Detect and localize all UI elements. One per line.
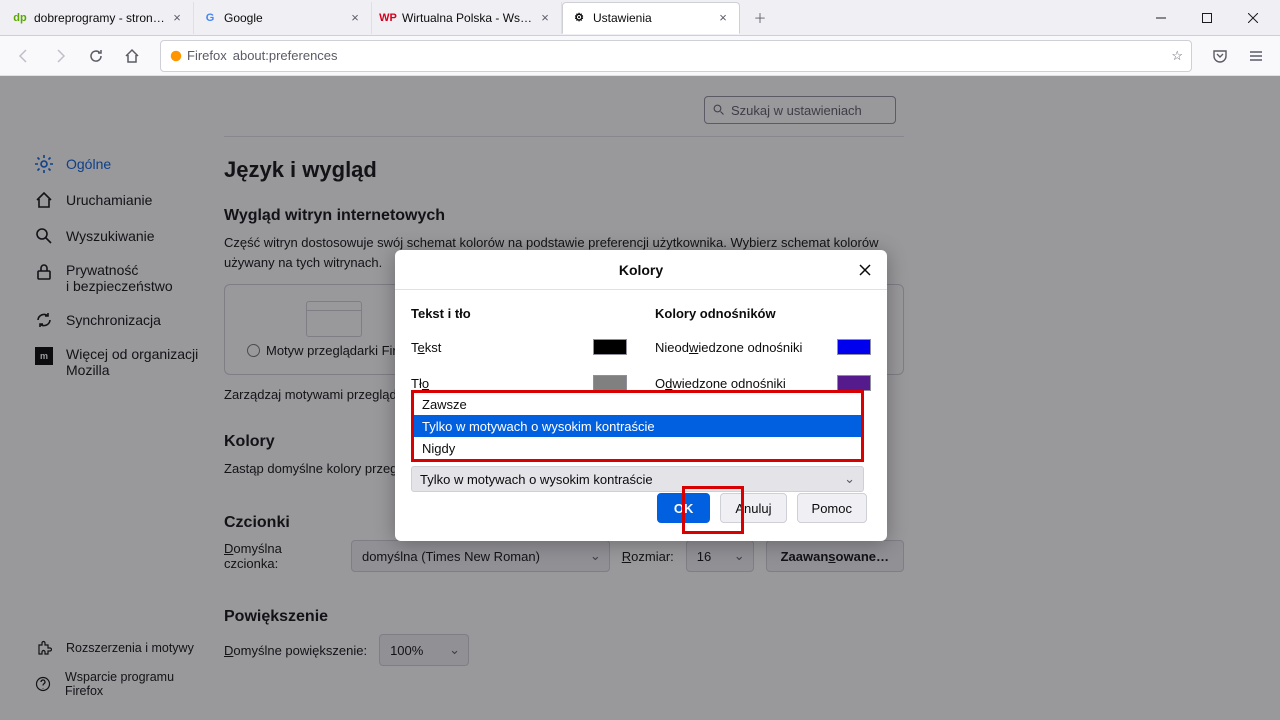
dropdown-option-high-contrast[interactable]: Tylko w motywach o wysokim kontraście	[414, 415, 861, 437]
dialog-header: Kolory	[395, 250, 887, 290]
help-button[interactable]: Pomoc	[797, 493, 867, 523]
tab-2[interactable]: WP Wirtualna Polska - Wszystko co ×	[372, 2, 562, 34]
firefox-icon	[169, 49, 183, 63]
link-colors-title: Kolory odnośników	[655, 306, 871, 321]
cancel-button[interactable]: Anuluj	[720, 493, 786, 523]
dialog-close-button[interactable]	[855, 260, 875, 280]
ok-button[interactable]: OK	[657, 493, 711, 523]
window-close[interactable]	[1230, 2, 1276, 34]
forward-button[interactable]	[44, 40, 76, 72]
text-color-label: Tekst	[411, 340, 441, 355]
dialog-title: Kolory	[619, 262, 663, 278]
tab-title-2: Wirtualna Polska - Wszystko co	[402, 11, 533, 25]
tab-favicon-1: G	[202, 10, 218, 26]
url-identity-label: Firefox	[187, 48, 227, 63]
visited-label: Odwiedzone odnośniki	[655, 376, 786, 391]
tab-close-2[interactable]: ×	[537, 10, 553, 26]
tab-close-0[interactable]: ×	[169, 10, 185, 26]
tab-close-3[interactable]: ×	[715, 10, 731, 26]
back-button[interactable]	[8, 40, 40, 72]
window-minimize[interactable]	[1138, 2, 1184, 34]
override-dropdown-list: Zawsze Tylko w motywach o wysokim kontra…	[411, 390, 864, 462]
tab-title-1: Google	[224, 11, 343, 25]
url-bar[interactable]: Firefox about:preferences ☆	[160, 40, 1192, 72]
tab-close-1[interactable]: ×	[347, 10, 363, 26]
unvisited-color-swatch[interactable]	[837, 339, 871, 355]
tab-0[interactable]: dp dobreprogramy - strona główna ×	[4, 2, 194, 34]
bg-color-swatch[interactable]	[593, 375, 627, 391]
tab-3[interactable]: ⚙ Ustawienia ×	[562, 2, 740, 34]
tab-favicon-0: dp	[12, 10, 28, 26]
tab-title-3: Ustawienia	[593, 11, 711, 25]
toolbar: Firefox about:preferences ☆	[0, 36, 1280, 76]
dropdown-option-nigdy[interactable]: Nigdy	[414, 437, 861, 459]
url-text: about:preferences	[233, 48, 1166, 63]
override-dropdown-selected: Tylko w motywach o wysokim kontraście	[420, 472, 653, 487]
tab-title-0: dobreprogramy - strona główna	[34, 11, 165, 25]
tab-1[interactable]: G Google ×	[194, 2, 372, 34]
text-bg-title: Tekst i tło	[411, 306, 627, 321]
pocket-icon[interactable]	[1204, 40, 1236, 72]
chevron-down-icon: ⌄	[844, 471, 855, 487]
new-tab-button[interactable]: ＋	[746, 4, 774, 32]
unvisited-label: Nieodwiedzone odnośniki	[655, 340, 802, 355]
visited-color-swatch[interactable]	[837, 375, 871, 391]
window-maximize[interactable]	[1184, 2, 1230, 34]
tab-favicon-2: WP	[380, 10, 396, 26]
gear-icon: ⚙	[571, 10, 587, 26]
dropdown-option-zawsze[interactable]: Zawsze	[414, 393, 861, 415]
reload-button[interactable]	[80, 40, 112, 72]
tab-strip: dp dobreprogramy - strona główna × G Goo…	[0, 0, 1280, 36]
app-menu-icon[interactable]	[1240, 40, 1272, 72]
text-color-swatch[interactable]	[593, 339, 627, 355]
url-identity: Firefox	[169, 48, 227, 63]
window-controls	[1138, 2, 1276, 34]
close-icon	[858, 263, 872, 277]
override-dropdown-select[interactable]: Tylko w motywach o wysokim kontraście ⌄	[411, 466, 864, 492]
bookmark-star-icon[interactable]: ☆	[1171, 48, 1183, 64]
bg-color-label: Tło	[411, 376, 429, 391]
home-button[interactable]	[116, 40, 148, 72]
